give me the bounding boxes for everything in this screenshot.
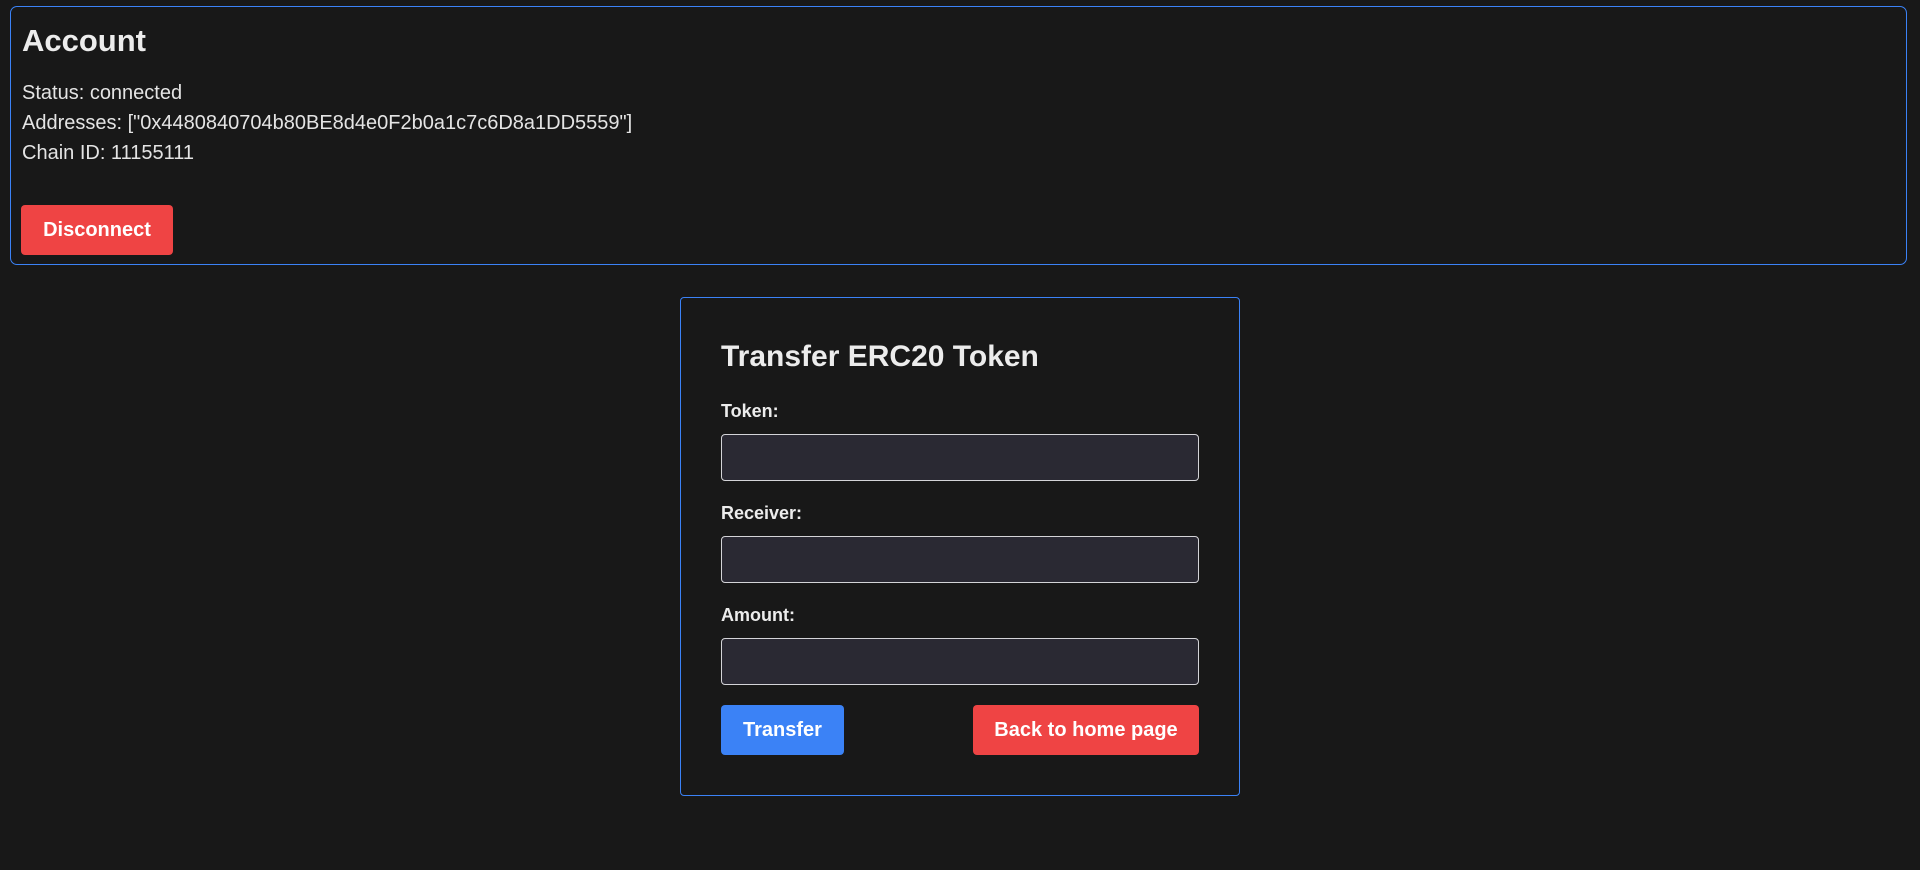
disconnect-button[interactable]: Disconnect: [21, 205, 173, 255]
receiver-input[interactable]: [721, 536, 1199, 583]
receiver-label: Receiver:: [721, 503, 803, 523]
account-details: Status: connected Addresses: ["0x4480840…: [22, 78, 1906, 168]
account-chain-id: Chain ID: 11155111: [22, 142, 194, 164]
account-panel: Account Status: connected Addresses: ["0…: [10, 6, 1907, 265]
account-status: Status: connected: [22, 82, 183, 104]
account-title: Account: [22, 23, 146, 58]
transfer-title: Transfer ERC20 Token: [721, 340, 1039, 373]
token-label: Token:: [721, 401, 779, 421]
back-to-home-button[interactable]: Back to home page: [973, 705, 1199, 755]
amount-label: Amount:: [721, 605, 795, 625]
transfer-form: Transfer ERC20 Token Token: Receiver: Am…: [680, 297, 1240, 796]
transfer-button[interactable]: Transfer: [721, 705, 844, 755]
account-addresses: Addresses: ["0x4480840704b80BE8d4e0F2b0a…: [22, 112, 633, 134]
amount-input[interactable]: [721, 638, 1199, 685]
token-input[interactable]: [721, 434, 1199, 481]
